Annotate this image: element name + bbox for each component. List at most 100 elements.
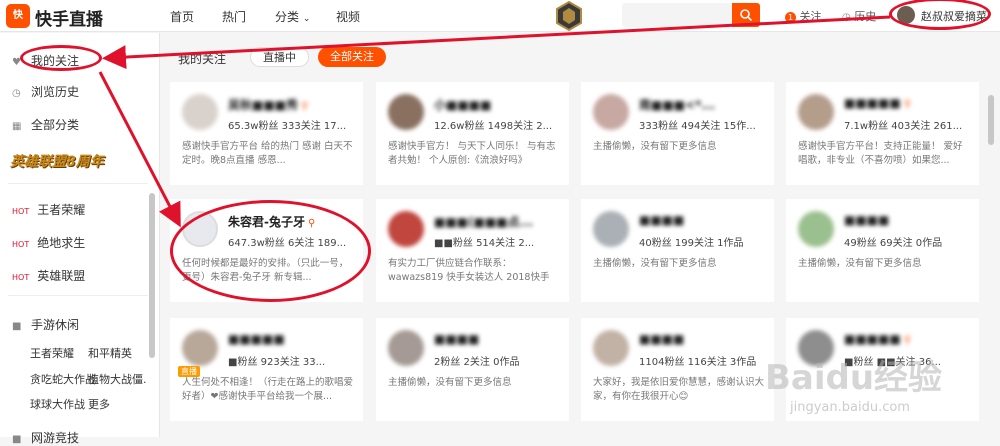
streamer-name-text: ■■■■ (639, 213, 685, 227)
follow-card[interactable]: 小■■■■ 12.6w粉丝 1498关注 2... 感谢快手官方！ 与天下人同乐… (376, 82, 569, 185)
nav-category-label: 分类 (275, 10, 300, 24)
streamer-description: 感谢快手官方平台 给的热门 感谢 白天不定时。晚8点直播 感恩... (182, 141, 353, 166)
clock-icon: ◷ (12, 88, 21, 99)
kuaishou-logo-icon[interactable]: 快 (6, 4, 30, 28)
sub-item-more[interactable]: 更多 (88, 396, 110, 412)
history-link[interactable]: ◷ 历史 (842, 8, 876, 24)
sub-item-heping[interactable]: 和平精英 (88, 345, 132, 361)
search-button[interactable] (732, 3, 760, 27)
follow-card[interactable]: ■■■■ 2粉丝 2关注 0作品 主播偷懒，没有留下更多信息 (376, 318, 569, 421)
baidu-watermark: Baidu经验 (765, 358, 943, 398)
top-navigation-bar: 快 快手直播 首页 热门 分类 ⌄ 视频 1 关注 ◷ 历史 赵叔叔爱摘菜 (0, 0, 1000, 32)
streamer-stats: 7.1w粉丝 403关注 261... (844, 121, 963, 132)
streamer-description: 有实力工厂供应链合作联系：wawazs819 快手女装达人 2018快手卖... (388, 258, 550, 283)
avatar[interactable] (593, 211, 629, 247)
follow-card[interactable]: ■■■■■ ⚲ 7.1w粉丝 403关注 261... 感谢快手官方平台！支持正能… (786, 82, 979, 185)
follow-card[interactable]: ■■■■ 40粉丝 199关注 1作品 主播偷懒，没有留下更多信息 (581, 199, 774, 302)
avatar[interactable] (388, 211, 424, 247)
sidebar-scrollbar[interactable] (149, 193, 155, 358)
streamer-name[interactable]: 小■■■■ (434, 96, 491, 113)
sidebar: ♥ 我的关注 ◷ 浏览历史 ▦ 全部分类 英雄联盟8周年 HOT 王者荣耀 HOT 绝地求… (0, 33, 160, 445)
sidebar-item-all-categories[interactable]: ▦ 全部分类 (12, 116, 79, 133)
streamer-name[interactable]: ■■■(■■■点... (434, 213, 533, 230)
avatar[interactable] (388, 330, 424, 366)
follow-link[interactable]: 1 关注 (785, 8, 822, 24)
search-icon: ⚲ (301, 101, 309, 112)
avatar[interactable] (182, 94, 218, 130)
baidu-watermark-url: jingyan.baidu.com (790, 400, 910, 415)
streamer-description: 主播偷懒，没有留下更多信息 (798, 258, 922, 269)
streamer-stats: 12.6w粉丝 1498关注 2... (434, 121, 553, 132)
follow-card[interactable]: ■■■(■■■点... ■■粉丝 514关注 2... 有实力工厂供应链合作联系… (376, 199, 569, 302)
sidebar-hot-pubg[interactable]: HOT 绝地求生 (12, 234, 85, 251)
streamer-name[interactable]: ■■■■ (639, 332, 684, 346)
streamer-stats: 40粉丝 199关注 1作品 (639, 238, 744, 249)
follow-card[interactable]: 吴秋■■■秀 ⚲ 65.3w粉丝 333关注 17... 感谢快手官方平台 给的热… (170, 82, 363, 185)
search-icon: ⚲ (903, 335, 912, 346)
search-input[interactable] (622, 3, 732, 27)
search-icon (740, 9, 753, 22)
sub-item-wangzhe[interactable]: 王者荣耀 (30, 345, 74, 361)
sidebar-hot-lol[interactable]: HOT 英雄联盟 (12, 267, 85, 284)
divider (8, 183, 148, 184)
sidebar-item-history[interactable]: ◷ 浏览历史 (12, 83, 79, 100)
rank-badge-icon[interactable] (553, 0, 585, 32)
nav-hot[interactable]: 热门 (222, 8, 246, 25)
streamer-description: 主播偷懒，没有留下更多信息 (593, 258, 717, 269)
sidebar-section-pc-games[interactable]: ■ 网游竞技 (12, 429, 79, 446)
streamer-name[interactable]: ■■■■ (434, 332, 479, 346)
streamer-name[interactable]: ■■■■■ (228, 332, 285, 346)
sidebar-section-mobile-casual[interactable]: ■ 手游休闲 (12, 316, 79, 333)
sidebar-item-label: 英雄联盟 (37, 269, 86, 283)
follow-card[interactable]: ■■■■ 1104粉丝 116关注 3作品 大家好，我是依旧爱你慧慧，感谢认识大… (581, 318, 774, 421)
streamer-stats: ■■粉丝 514关注 2... (434, 238, 535, 249)
main-scrollbar[interactable] (988, 95, 994, 145)
sidebar-hot-wangzhe[interactable]: HOT 王者荣耀 (12, 201, 85, 218)
game-icon: ■ (12, 321, 22, 332)
site-logo-text[interactable]: 快手直播 (35, 5, 103, 30)
streamer-name[interactable]: ■■■■ (844, 213, 889, 227)
nav-video[interactable]: 视频 (336, 8, 360, 25)
streamer-name-text: 南■■■<*... (639, 98, 716, 112)
follow-card[interactable]: ■■■■ 49粉丝 69关注 0作品 主播偷懒，没有留下更多信息 (786, 199, 979, 302)
avatar[interactable] (182, 330, 218, 366)
lol-anniversary-banner[interactable]: 英雄联盟8周年 (10, 151, 140, 173)
clock-icon: ◷ (842, 12, 851, 23)
page-title: 我的关注 (178, 52, 227, 66)
nav-category[interactable]: 分类 ⌄ (275, 8, 310, 25)
streamer-name[interactable]: ■■■■ (639, 213, 684, 227)
sub-item-ball[interactable]: 球球大作战 (30, 396, 85, 412)
streamer-name[interactable]: 吴秋■■■秀 ⚲ (228, 96, 308, 113)
streamer-description: 感谢快手官方！ 与天下人同乐！ 与有志者共勉！ 个人原创:《流浪好吗》 (388, 141, 556, 166)
streamer-name-text: ■■■■■ (844, 332, 901, 346)
streamer-stats: 2粉丝 2关注 0作品 (434, 357, 520, 368)
avatar[interactable] (798, 94, 834, 130)
follow-label: 关注 (799, 10, 822, 23)
sidebar-item-label: 浏览历史 (31, 85, 80, 99)
avatar[interactable] (593, 94, 629, 130)
tab-all-follows[interactable]: 全部关注 (318, 47, 386, 67)
avatar[interactable] (798, 211, 834, 247)
annotation-oval-my-follows (20, 45, 102, 71)
follow-card[interactable]: 直播 ■■■■■ ■粉丝 923关注 33... 人生何处不相逢！（行走在路上的… (170, 318, 363, 421)
follow-card[interactable]: 南■■■<*... 333粉丝 494关注 15作... 主播偷懒，没有留下更多… (581, 82, 774, 185)
follow-count-badge: 1 (785, 12, 796, 23)
search-icon: ⚲ (903, 99, 912, 110)
sidebar-item-label: 全部分类 (31, 118, 80, 132)
streamer-name[interactable]: 南■■■<*... (639, 96, 715, 113)
avatar[interactable] (593, 330, 629, 366)
streamer-name[interactable]: ■■■■■ ⚲ (844, 96, 911, 110)
streamer-name-text: ■■■■ (639, 332, 685, 346)
streamer-name[interactable]: ■■■■■ ⚲ (844, 332, 911, 346)
sub-item-pvz[interactable]: 植物大战僵... (88, 371, 146, 387)
nav-home[interactable]: 首页 (170, 8, 194, 25)
streamer-stats: 333粉丝 494关注 15作... (639, 121, 756, 132)
hot-tag: HOT (12, 207, 30, 216)
avatar[interactable] (388, 94, 424, 130)
tab-live[interactable]: 直播中 (250, 47, 309, 67)
chevron-down-icon: ⌄ (302, 14, 311, 24)
sub-item-snake[interactable]: 贪吃蛇大作战 (30, 371, 96, 387)
streamer-description: 人生何处不相逢！（行走在路上的歌唱爱好者）❤感谢快手平台给我一个展... (182, 377, 354, 402)
game-icon: ■ (12, 434, 22, 445)
history-label: 历史 (854, 10, 877, 23)
